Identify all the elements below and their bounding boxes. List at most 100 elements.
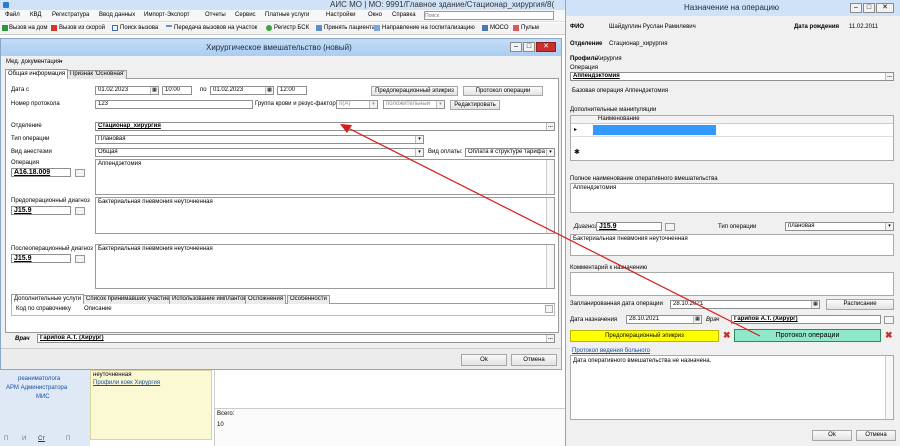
toolbar-accept-patient[interactable]: Принять пациента: [324, 25, 375, 31]
bg-link-admin[interactable]: АРМ Администратора: [6, 385, 67, 391]
new-row-icon[interactable]: ✱: [574, 148, 580, 156]
menu-kvd[interactable]: КВД: [30, 12, 41, 18]
scrollbar[interactable]: [546, 198, 554, 233]
subtab-complications[interactable]: Осложнения: [245, 295, 287, 304]
op-type-select[interactable]: Плановая ▾: [95, 135, 424, 144]
chevron-down-icon[interactable]: ▾: [415, 149, 423, 156]
extra-manip-row-selected[interactable]: [593, 125, 716, 135]
postop-diagnosis-text-area[interactable]: Бактериальная пневмония неуточненная: [95, 244, 555, 289]
menu-search-input[interactable]: [424, 11, 554, 20]
assign-cancel-button[interactable]: Отмена: [856, 430, 896, 441]
toolbar-transfer[interactable]: Передача вызовов на участок: [174, 25, 257, 31]
menu-file[interactable]: Файл: [5, 12, 20, 18]
time-to-input[interactable]: 12:00: [277, 86, 307, 95]
toolbar-bsk[interactable]: Регистр БСК: [274, 25, 309, 31]
operation-code-input[interactable]: A16.18.009: [11, 168, 71, 177]
op-protocol-button[interactable]: Протокол операции: [463, 86, 543, 96]
full-name-text-area[interactable]: Аппендэктомия: [570, 183, 894, 213]
more-icon[interactable]: …: [546, 123, 554, 130]
schedule-button[interactable]: Расписание: [826, 299, 894, 310]
operation-pick-button[interactable]: [75, 169, 85, 177]
scrollbar[interactable]: [546, 245, 554, 288]
extra-manip-row-empty[interactable]: [571, 136, 893, 146]
bg-link-reanim[interactable]: реаниматолога: [18, 376, 60, 382]
delete-protocol-icon[interactable]: ✖: [885, 330, 893, 341]
menu-reports[interactable]: Отчеты: [205, 12, 226, 18]
assign-minimize-button[interactable]: –: [850, 3, 862, 13]
chevron-down-icon[interactable]: ▾: [885, 223, 893, 230]
assign-diag-pick-button[interactable]: [665, 223, 675, 231]
chevron-down-icon[interactable]: ▾: [546, 149, 554, 156]
anesthesia-select[interactable]: Общая ▾: [95, 148, 424, 157]
calendar-icon[interactable]: ▦: [693, 316, 701, 323]
bg-tab-2[interactable]: И: [22, 436, 26, 442]
menu-paid[interactable]: Платные услуги: [265, 12, 309, 18]
menu-service[interactable]: Сервис: [235, 12, 256, 18]
edit-button[interactable]: Редактировать: [450, 100, 500, 110]
menu-window[interactable]: Окно: [368, 12, 382, 18]
chevron-down-icon[interactable]: ▾: [436, 101, 444, 108]
assign-doctor-pick-button[interactable]: [884, 316, 894, 324]
date-to-input[interactable]: 01.02.2023 ▦: [210, 86, 274, 95]
assign-close-button[interactable]: ✕: [876, 3, 894, 13]
subtab-implants[interactable]: Использование имплантов: [169, 295, 250, 304]
preop-diagnosis-text-area[interactable]: Бактериальная пневмония неуточненная: [95, 197, 555, 234]
more-icon[interactable]: …: [546, 335, 554, 342]
assign-protocol-button[interactable]: Протокол операции: [734, 329, 881, 342]
time-from-input[interactable]: 10:00: [162, 86, 192, 95]
bg-tab-3[interactable]: Ст: [38, 436, 45, 442]
surgery-minimize-button[interactable]: –: [510, 42, 522, 52]
operation-text-area[interactable]: Аппендэктомия: [95, 159, 555, 195]
assign-ok-button[interactable]: Ok: [812, 430, 852, 441]
menu-help[interactable]: Справка: [392, 12, 416, 18]
cancel-button[interactable]: Отмена: [511, 354, 557, 366]
assign-diag-code-input[interactable]: J15.9: [596, 222, 662, 231]
chevron-down-icon[interactable]: ▾: [415, 136, 423, 143]
assign-type-select[interactable]: плановая ▾: [785, 222, 894, 231]
scrollbar[interactable]: [885, 356, 893, 419]
menu-import-export[interactable]: Импорт-Экспорт: [144, 12, 190, 18]
menu-registry[interactable]: Регистратура: [52, 12, 89, 18]
assign-maximize-button[interactable]: □: [863, 3, 875, 13]
toolbar-home-call[interactable]: Вызов на дом: [9, 25, 47, 31]
payment-select[interactable]: Оплата в структуре тарифа ▾: [465, 148, 555, 157]
assign-date-input[interactable]: 28.10.2021 ▦: [626, 315, 702, 324]
assign-epicrisis-button[interactable]: Предоперационный эпикриз: [570, 330, 719, 342]
assign-op-input[interactable]: Аппендэктомия…: [570, 72, 894, 81]
blood-group-select[interactable]: II(A) ▾: [336, 100, 378, 109]
toolbar-search-call[interactable]: Поиск вызова: [120, 25, 158, 31]
more-icon[interactable]: …: [885, 73, 893, 80]
preop-diagnosis-code-input[interactable]: J15.9: [11, 206, 71, 215]
surgery-close-button[interactable]: ✕: [536, 42, 556, 52]
department-input[interactable]: Стационар_хирургия…: [95, 122, 555, 131]
tab-general-info[interactable]: Общая информация: [5, 69, 69, 79]
preop-epicrisis-button[interactable]: Предоперационный эпикриз: [371, 86, 458, 96]
doctor-input[interactable]: Гарипов А.Т. (Хирург)…: [37, 334, 555, 343]
rh-factor-select[interactable]: положительный ▾: [383, 100, 445, 109]
calendar-icon[interactable]: ▦: [265, 87, 273, 94]
delete-epicrisis-icon[interactable]: ✖: [723, 330, 731, 341]
assign-doctor-input[interactable]: Гарипов А.Т. (Хирург): [731, 315, 881, 324]
surgery-maximize-button[interactable]: □: [523, 42, 535, 52]
toolbar-referral[interactable]: Направление на госпитализацию: [382, 25, 475, 31]
postop-pick-button[interactable]: [75, 255, 85, 263]
bg-tab-1[interactable]: П: [4, 436, 8, 442]
planned-date-input[interactable]: 28.10.2021 ▦: [670, 300, 820, 309]
toolbar-pulm[interactable]: Пульм: [521, 25, 539, 31]
tab-main-flag[interactable]: Признак 'Основная': [67, 70, 128, 79]
med-docs-menu[interactable]: Мед. документация: [6, 59, 60, 65]
protocol-number-input[interactable]: 123: [95, 100, 253, 109]
menu-settings[interactable]: Настройки: [326, 12, 355, 18]
subtab-features[interactable]: Особенности: [287, 295, 330, 304]
assign-diag-text-area[interactable]: Бактериальная пневмония неуточненная: [570, 234, 894, 256]
menu-data-input[interactable]: Ввод данных: [99, 12, 135, 18]
grid-more-icon[interactable]: [545, 305, 553, 313]
preop-pick-button[interactable]: [75, 207, 85, 215]
comment-text-area[interactable]: [570, 272, 894, 296]
bg-link-mis[interactable]: МИС: [36, 394, 50, 400]
patient-log-link[interactable]: Протокол ведения больного: [572, 348, 650, 354]
date-from-input[interactable]: 01.02.2023 ▦: [95, 86, 159, 95]
postop-diagnosis-code-input[interactable]: J15.9: [11, 254, 71, 263]
bg-info-link[interactable]: Профили коек Хирургия: [93, 380, 160, 386]
patient-log-area[interactable]: Дата оперативного вмешательства не назна…: [570, 355, 894, 420]
